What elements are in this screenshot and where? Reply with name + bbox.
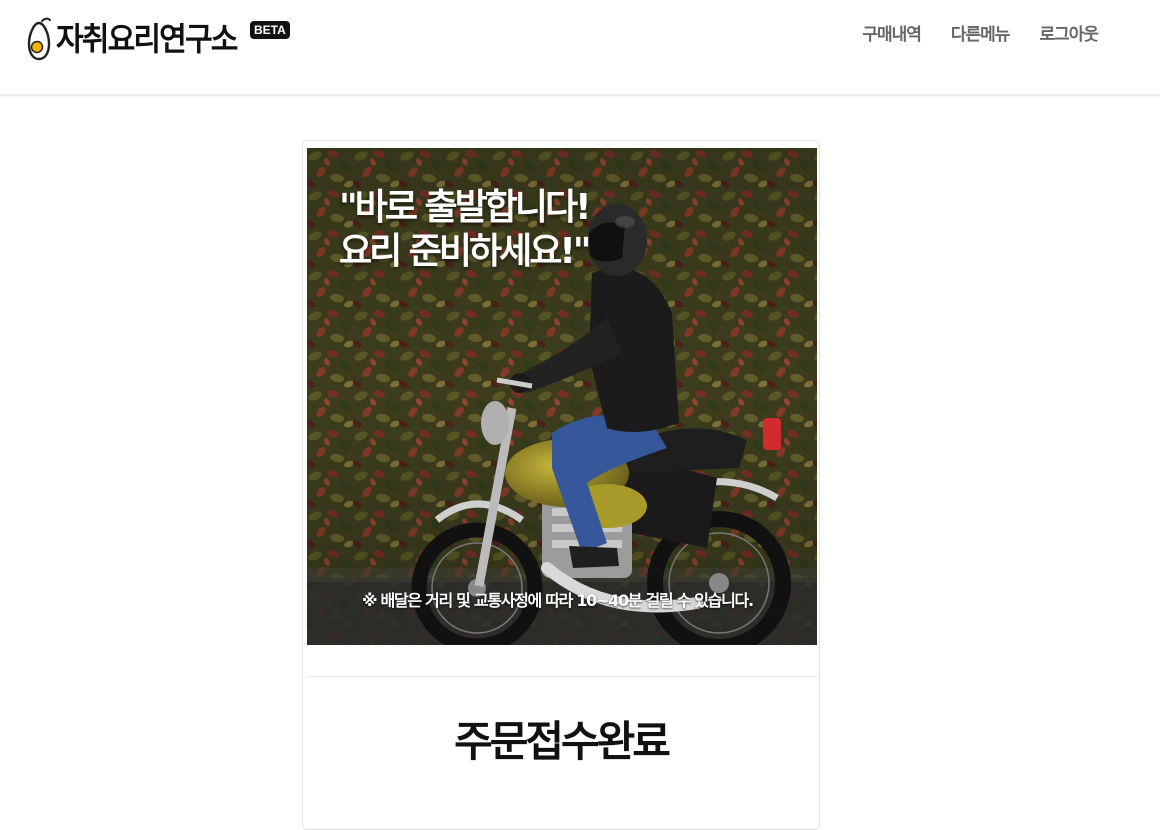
site-header: 자취요리연구소 BETA 구매내역 다른메뉴 로그아웃 xyxy=(0,0,1160,96)
order-complete-card: "바로 출발합니다! 요리 준비하세요!" ※ 배달은 거리 및 교통사정에 따… xyxy=(302,140,820,830)
site-logo-link[interactable]: 자취요리연구소 BETA xyxy=(26,16,290,62)
delivery-banner: "바로 출발합니다! 요리 준비하세요!" ※ 배달은 거리 및 교통사정에 따… xyxy=(307,148,817,645)
card-divider xyxy=(307,676,817,677)
logo-text: 자취요리연구소 xyxy=(56,20,238,58)
order-status-title: 주문접수완료 xyxy=(454,717,671,766)
nav-purchase-history[interactable]: 구매내역 xyxy=(862,22,922,48)
main-nav: 구매내역 다른메뉴 로그아웃 xyxy=(862,22,1099,48)
delivery-time-note: ※ 배달은 거리 및 교통사정에 따라 10~40분 걸릴 수 있습니다. xyxy=(362,591,754,610)
fried-egg-icon xyxy=(27,17,51,61)
banner-headline: "바로 출발합니다! 요리 준비하세요!" xyxy=(339,187,592,272)
nav-logout[interactable]: 로그아웃 xyxy=(1039,22,1099,48)
nav-other-menu[interactable]: 다른메뉴 xyxy=(951,22,1011,48)
beta-badge: BETA xyxy=(250,21,290,39)
